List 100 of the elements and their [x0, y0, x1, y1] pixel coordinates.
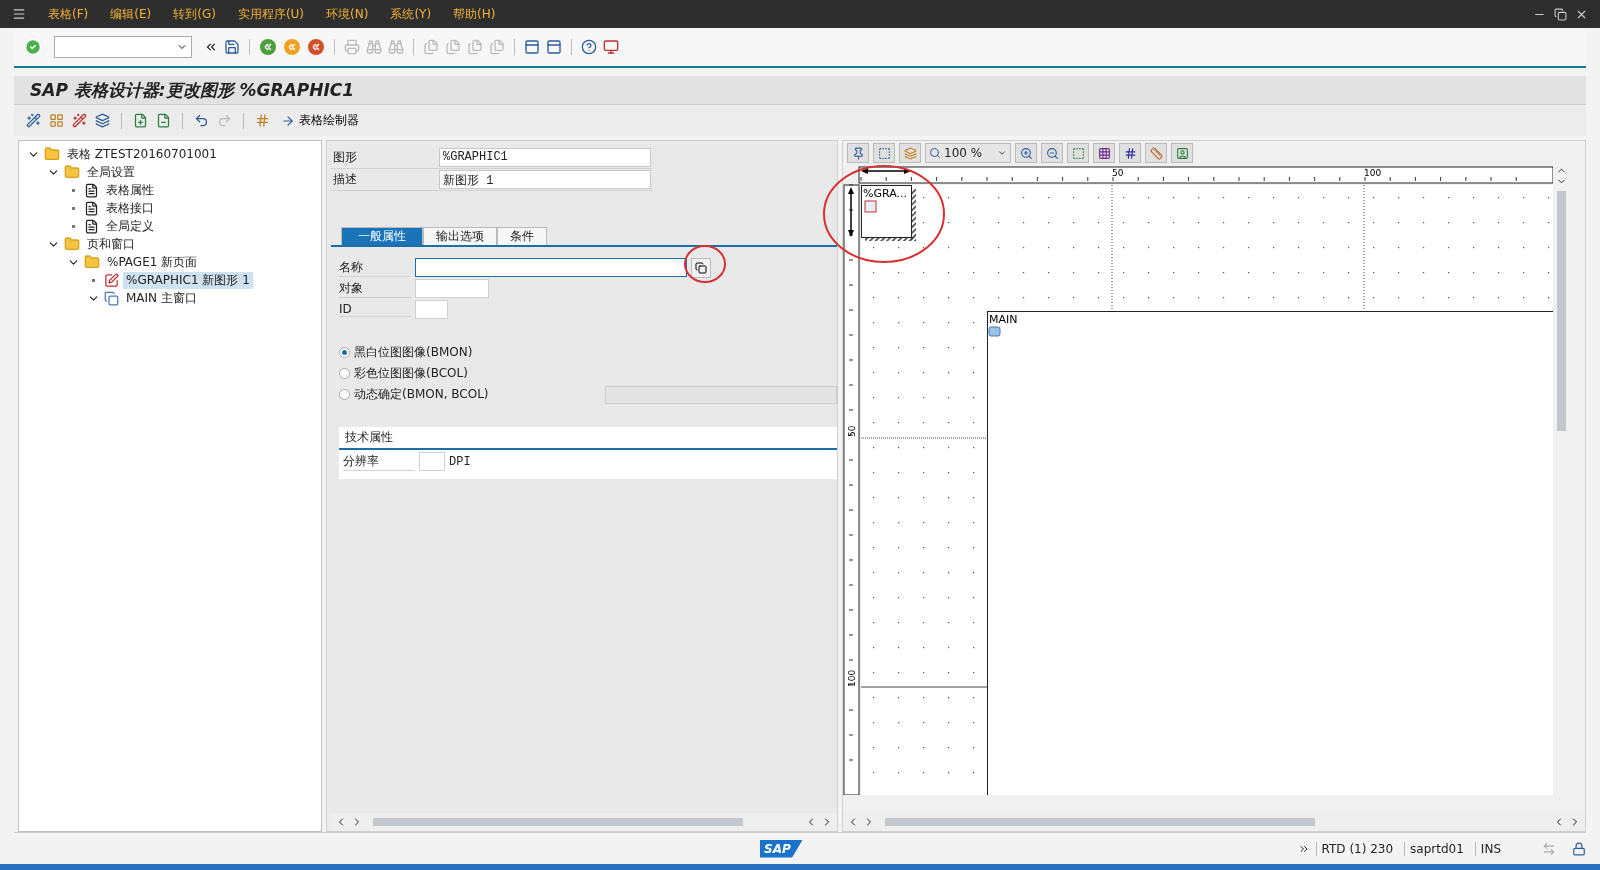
- ruler-number: 50: [847, 425, 857, 437]
- magic-wand-icon[interactable]: [72, 113, 87, 128]
- radio-label: 动态确定(BMON, BCOL): [354, 386, 489, 403]
- field-label: 分辨率: [343, 452, 415, 471]
- folder-icon: [84, 254, 100, 270]
- ruler-icon: [1149, 146, 1163, 160]
- scrollbar-thumb[interactable]: [1556, 191, 1566, 431]
- grid-button[interactable]: [1093, 143, 1115, 163]
- form-painter-button[interactable]: 表格绘制器: [278, 110, 362, 131]
- tree-item[interactable]: 表格接口: [103, 199, 157, 217]
- field-label: 图形: [332, 149, 358, 166]
- menu-item[interactable]: 实用程序(U): [237, 5, 305, 23]
- layers-icon[interactable]: [95, 113, 110, 128]
- tree-item[interactable]: 全局定义: [103, 217, 157, 235]
- document-icon: [84, 218, 99, 234]
- radio-button[interactable]: [339, 347, 350, 358]
- grid-icon: [1097, 146, 1111, 160]
- remove-page-icon[interactable]: [156, 113, 171, 128]
- input-mode: INS: [1474, 841, 1506, 856]
- server-name: saprtd01: [1404, 841, 1469, 856]
- arrows-icon[interactable]: [1542, 841, 1556, 856]
- radio-button[interactable]: [339, 389, 350, 400]
- field-label: 名称: [339, 258, 411, 277]
- tree-item[interactable]: 全局设置: [84, 163, 138, 181]
- save-icon[interactable]: [224, 39, 240, 55]
- menu-item[interactable]: 编辑(E): [110, 5, 152, 23]
- tab[interactable]: 条件: [497, 227, 547, 245]
- field-label: 描述: [332, 171, 358, 188]
- radio-label: 黑白位图图像(BMON): [354, 344, 473, 361]
- wand-icon[interactable]: [26, 113, 41, 128]
- restore-icon[interactable]: [1554, 7, 1567, 21]
- ruler-number: 100: [847, 669, 857, 687]
- pin-button[interactable]: [847, 143, 869, 163]
- window-node[interactable]: MAIN: [987, 311, 1553, 795]
- user-button[interactable]: [1171, 143, 1193, 163]
- undo-icon[interactable]: [194, 113, 209, 128]
- window-icon: [104, 290, 119, 306]
- input-field[interactable]: [415, 258, 687, 277]
- menu-item[interactable]: 表格(F): [48, 5, 89, 23]
- monitor-icon[interactable]: [603, 39, 619, 55]
- new-window-icon[interactable]: [524, 39, 540, 55]
- height-arrow-icon: [848, 187, 854, 237]
- field-label: ID: [339, 302, 411, 317]
- document-icon: [84, 182, 99, 198]
- tab[interactable]: 一般属性: [341, 227, 423, 245]
- layers-button[interactable]: [899, 143, 921, 163]
- zoom-in-button[interactable]: [1015, 143, 1037, 163]
- ruler-number: 100: [1364, 168, 1382, 178]
- tree-bullet: [92, 278, 95, 282]
- window-icon[interactable]: [546, 39, 562, 55]
- tree-item[interactable]: MAIN 主窗口: [123, 289, 200, 307]
- menu-item[interactable]: 转到(G): [173, 5, 216, 23]
- folder-icon: [64, 236, 80, 252]
- document-icon: [84, 200, 99, 216]
- tree-bullet: [72, 206, 75, 210]
- double-chevron-icon[interactable]: [204, 40, 218, 54]
- tree-item[interactable]: 表格属性: [103, 181, 157, 199]
- tree-item[interactable]: %GRAPHIC1 新图形 1: [123, 271, 253, 289]
- select-button[interactable]: [873, 143, 895, 163]
- chevron-down-icon: [997, 148, 1007, 158]
- menu-item[interactable]: 系统(Y): [390, 5, 432, 23]
- back-icon[interactable]: [259, 38, 277, 56]
- grid-icon[interactable]: [49, 113, 64, 128]
- pin-icon: [851, 146, 865, 160]
- value-help-button[interactable]: [691, 257, 711, 278]
- fit-button[interactable]: [1067, 143, 1089, 163]
- folder-icon: [64, 164, 80, 180]
- field-label: 对象: [339, 279, 411, 298]
- add-page-icon[interactable]: [133, 113, 148, 128]
- input-field[interactable]: 新图形 1: [439, 170, 651, 189]
- tree-bullet: [72, 188, 75, 192]
- logo: SAP: [760, 839, 803, 858]
- ruler-number: 50: [1112, 168, 1124, 178]
- hash-grid-icon: [1123, 146, 1137, 160]
- radio-button[interactable]: [339, 368, 350, 379]
- menu-item[interactable]: 帮助(H): [453, 5, 496, 23]
- zoom-out-icon: [1045, 146, 1059, 160]
- screen-title: SAP 表格设计器:更改图形 %GRAPHIC1: [30, 78, 355, 102]
- menu-item[interactable]: 环境(N): [326, 5, 369, 23]
- ruler-button[interactable]: [1145, 143, 1167, 163]
- annotation-circle: [683, 244, 727, 284]
- check-icon[interactable]: [24, 38, 42, 56]
- horizontal-scrollbar[interactable]: [331, 813, 837, 831]
- zoom-out-button[interactable]: [1041, 143, 1063, 163]
- tree-bullet: [72, 224, 75, 228]
- tree-item[interactable]: 表格 ZTEST20160701001: [64, 145, 220, 163]
- command-field[interactable]: [54, 36, 192, 58]
- zoom-dropdown[interactable]: 100 %: [925, 143, 1011, 163]
- menu-icon[interactable]: [12, 7, 26, 21]
- tree-item[interactable]: 页和窗口: [84, 235, 138, 253]
- magnifier-icon: [929, 147, 941, 159]
- lock-icon[interactable]: [1572, 841, 1586, 856]
- tab[interactable]: 输出选项: [423, 227, 497, 245]
- section-title: 技术属性: [339, 427, 837, 450]
- dashed-square-icon: [1071, 146, 1085, 160]
- width-arrow-icon: [861, 168, 911, 174]
- input-field[interactable]: %GRAPHIC1: [439, 148, 651, 167]
- tree-item[interactable]: %PAGE1 新页面: [104, 253, 201, 271]
- grid-button[interactable]: [1119, 143, 1141, 163]
- help-icon[interactable]: [581, 39, 597, 55]
